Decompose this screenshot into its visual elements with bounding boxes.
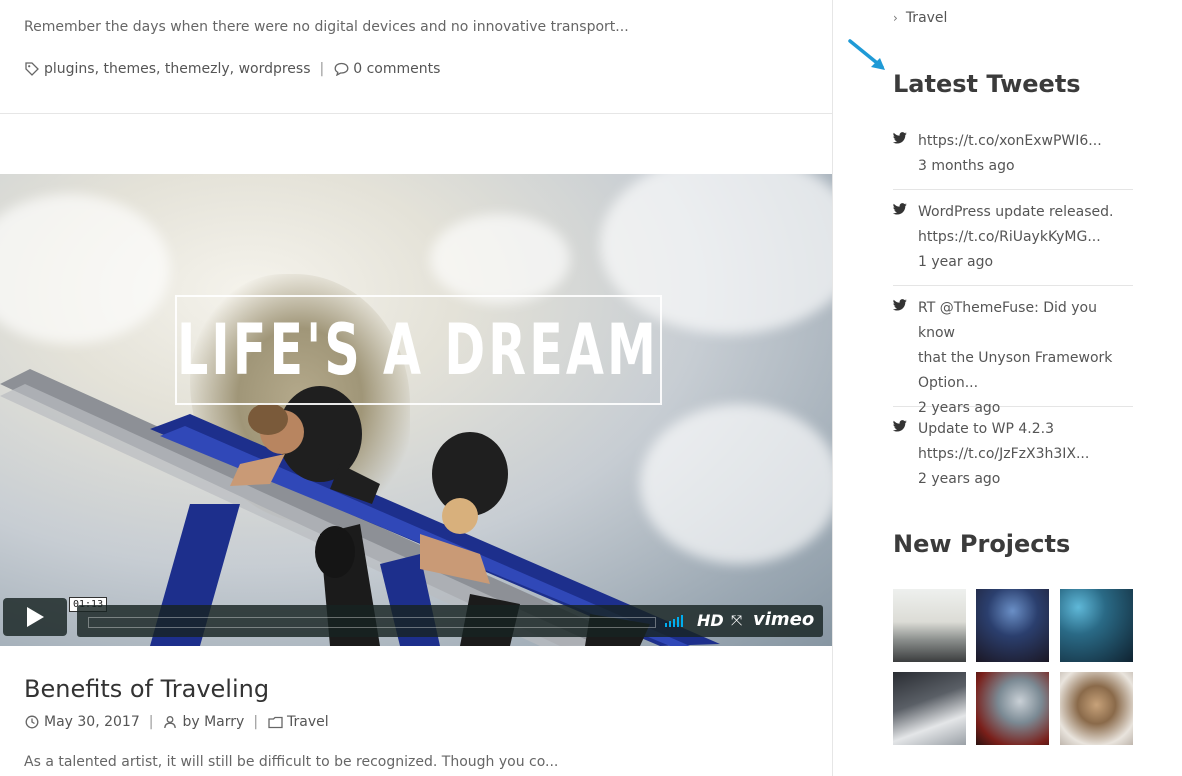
project-thumbnail[interactable] [976, 589, 1049, 662]
sidebar: › Travel Latest Tweets https://t.co/xonE… [893, 0, 1133, 776]
project-thumbnail[interactable] [1060, 589, 1133, 662]
project-thumbnail[interactable] [893, 589, 966, 662]
tag-icon [24, 61, 40, 77]
play-button[interactable] [3, 598, 67, 636]
twitter-icon [893, 299, 907, 311]
meta-divider: | [253, 714, 259, 730]
latest-tweets-title: Latest Tweets [893, 70, 1081, 98]
tweet-link[interactable]: https://t.co/RiUaykKyMG... [918, 225, 1128, 250]
twitter-icon [893, 203, 907, 215]
tweet-item: Update to WP 4.2.3 https://t.co/JzFzX3h3… [893, 417, 1133, 497]
meta-divider: | [319, 61, 325, 77]
meta-divider: | [148, 714, 154, 730]
post-category-link[interactable]: Travel [287, 714, 329, 730]
previous-post: Remember the days when there were no dig… [0, 0, 832, 114]
post-excerpt: Remember the days when there were no dig… [24, 19, 629, 35]
tweet-text: RT @ThemeFuse: Did you know [918, 300, 1097, 341]
category-label: Travel [905, 10, 948, 26]
post-date: May 30, 2017 [44, 714, 140, 730]
post-meta: May 30, 2017 | by Marry | Travel [24, 714, 329, 730]
post-excerpt: As a talented artist, it will still be d… [24, 754, 559, 770]
post-title[interactable]: Benefits of Traveling [24, 675, 269, 703]
tweet-text: WordPress update released. [918, 204, 1114, 220]
folder-icon [267, 714, 283, 730]
skydivers-scene [0, 369, 720, 646]
tweet-item: RT @ThemeFuse: Did you know that the Uny… [893, 296, 1133, 416]
comments-link[interactable]: 0 comments [353, 61, 440, 77]
project-thumbnail[interactable] [893, 672, 966, 745]
category-item-travel[interactable]: › Travel [893, 10, 947, 26]
post-meta: plugins, themes, themezly, wordpress | 0… [24, 61, 440, 77]
tweet-text: that the Unyson Framework [918, 350, 1113, 366]
tweet-item: https://t.co/xonExwPWI6... 3 months ago [893, 129, 1133, 190]
progress-track[interactable] [88, 617, 656, 628]
tweet-text: Option... [918, 375, 979, 391]
tweet-time[interactable]: 3 months ago [918, 154, 1128, 179]
chevron-right-icon: › [893, 11, 898, 25]
tweet-time[interactable]: 2 years ago [918, 467, 1128, 492]
video-title-overlay: LIFE'S A DREAM [175, 295, 662, 405]
fullscreen-icon[interactable]: ⤧ [731, 613, 742, 629]
user-icon [162, 714, 178, 730]
post-tags-link[interactable]: plugins, themes, themezly, wordpress [44, 61, 311, 77]
tweet-text: Update to WP 4.2.3 [918, 421, 1055, 437]
project-thumbnail[interactable] [1060, 672, 1133, 745]
tweet-link[interactable]: https://t.co/JzFzX3h3IX... [918, 442, 1128, 467]
post-author-link[interactable]: by Marry [182, 714, 244, 730]
hd-toggle[interactable]: HD [697, 611, 724, 630]
tweet-link[interactable]: https://t.co/xonExwPWI6... [918, 129, 1128, 154]
clock-icon [24, 714, 40, 730]
video-title-text: LIFE'S A DREAM [177, 309, 660, 391]
project-thumbnail[interactable] [976, 672, 1049, 745]
pointer-arrow-icon [848, 39, 885, 70]
player-controls-bar: HD ⤧ vimeo [77, 605, 823, 637]
comment-icon [333, 61, 349, 77]
volume-icon[interactable] [665, 615, 683, 627]
play-icon [27, 607, 44, 627]
main-content: Remember the days when there were no dig… [0, 0, 833, 776]
twitter-icon [893, 420, 907, 432]
tweet-time[interactable]: 1 year ago [918, 250, 1128, 275]
new-projects-title: New Projects [893, 530, 1071, 558]
video-player[interactable]: LIFE'S A DREAM 01:13 HD ⤧ vimeo [0, 174, 832, 646]
vimeo-logo[interactable]: vimeo [753, 609, 814, 630]
tweet-item: WordPress update released. https://t.co/… [893, 200, 1133, 286]
twitter-icon [893, 132, 907, 144]
